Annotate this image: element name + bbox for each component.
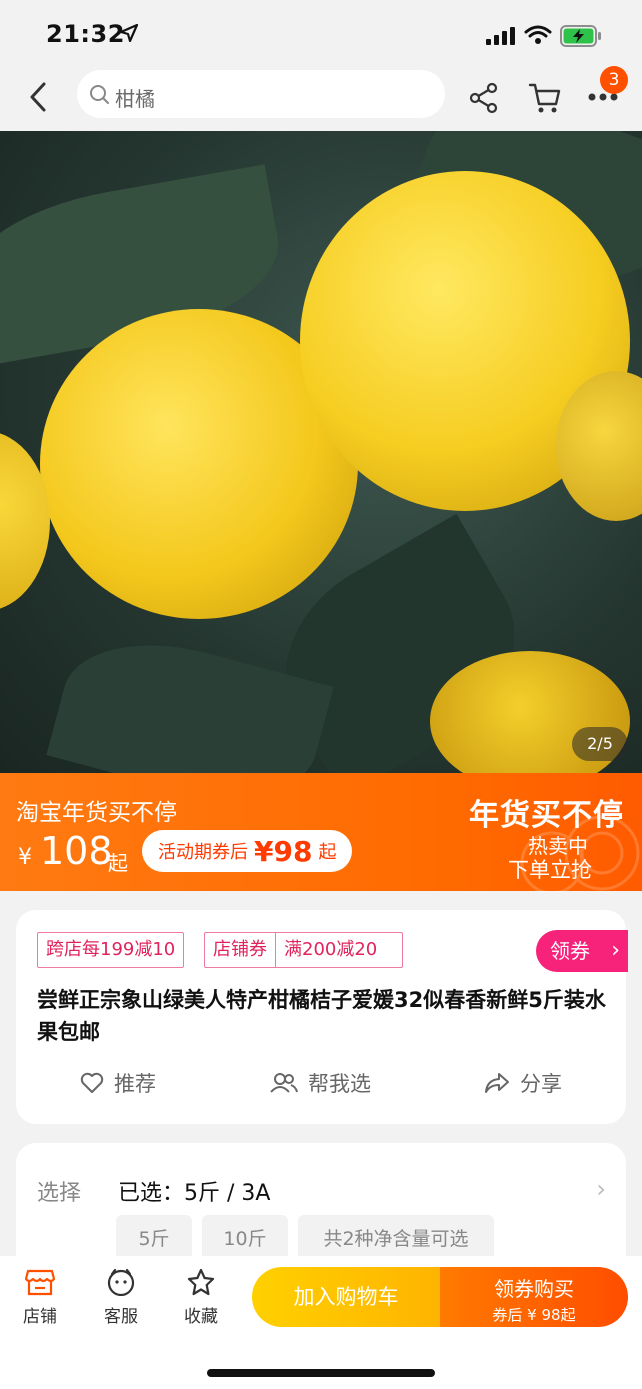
shop-coupon-label: 店铺券	[213, 939, 267, 960]
location-arrow-icon	[120, 24, 138, 42]
shop-label: 店铺	[23, 1307, 57, 1327]
add-to-cart-button[interactable]: 加入购物车	[252, 1267, 440, 1327]
share-label: 分享	[520, 1072, 562, 1096]
coupon-price-label: 活动期券后	[158, 842, 248, 863]
share-icon[interactable]	[468, 82, 500, 114]
favorite-button[interactable]: 收藏	[171, 1268, 231, 1327]
price-currency: ¥	[18, 845, 32, 870]
get-coupon-button[interactable]: 领券 ›	[536, 930, 628, 972]
help-me-choose-label: 帮我选	[308, 1072, 371, 1096]
promo-title: 淘宝年货买不停	[16, 800, 177, 826]
star-icon	[187, 1268, 215, 1296]
search-bar[interactable]: 柑橘	[77, 70, 445, 118]
promo-order-now: 下单立抢	[508, 858, 592, 882]
store-icon	[25, 1269, 55, 1296]
customer-service-label: 客服	[104, 1307, 138, 1327]
customer-service-button[interactable]: 客服	[91, 1268, 151, 1327]
shop-coupon-tag: 店铺券 满200减20	[204, 932, 403, 968]
home-indicator[interactable]	[207, 1369, 435, 1377]
cellular-signal-icon	[486, 27, 515, 45]
image-pager: 2/5	[572, 727, 628, 761]
status-time: 21:32	[46, 20, 125, 48]
search-icon	[90, 85, 109, 104]
get-coupon-label: 领券	[550, 939, 590, 963]
recommend-label: 推荐	[114, 1072, 156, 1096]
promo-slogan: 年货买不停	[469, 798, 624, 833]
buy-label: 领券购买	[494, 1277, 574, 1301]
chevron-right-icon: ›	[611, 938, 620, 963]
heart-icon	[80, 1072, 104, 1093]
wifi-icon	[524, 25, 552, 44]
shop-button[interactable]: 店铺	[10, 1268, 70, 1327]
chevron-right-icon: ›	[596, 1175, 606, 1203]
product-image[interactable]: 2/5	[0, 131, 642, 773]
back-arrow-icon[interactable]	[24, 80, 54, 114]
battery-charging-icon	[560, 25, 601, 47]
message-badge: 3	[600, 66, 628, 94]
coupon-price-pill: 活动期券后 ¥98 起	[142, 830, 353, 872]
product-title: 尝鲜正宗象山绿美人特产柑橘桔子爱媛32似春香新鲜5斤装水果包邮	[37, 988, 606, 1044]
buy-subtitle: 券后 ¥ 98起	[492, 1306, 576, 1324]
top-nav: 柑橘 3	[0, 66, 642, 130]
cross-store-discount-tag: 跨店每199减10	[37, 932, 185, 968]
coupon-price-value: ¥98	[254, 834, 313, 868]
recommend-button[interactable]: 推荐	[80, 1068, 156, 1098]
price-value: 108	[40, 829, 113, 873]
cart-icon[interactable]	[528, 82, 562, 114]
product-actions: 推荐 帮我选 分享	[16, 1068, 626, 1108]
promo-banner[interactable]: 淘宝年货买不停 ¥ 108 起 活动期券后 ¥98 起 年货买不停 热卖中 下单…	[0, 773, 642, 893]
people-icon	[270, 1073, 298, 1093]
buy-with-coupon-button[interactable]: 领券购买 券后 ¥ 98起	[440, 1267, 628, 1327]
product-info-card: 跨店每199减10 店铺券 满200减20 领券 › 尝鲜正宗象山绿美人特产柑橘…	[16, 910, 628, 1124]
share-button[interactable]: 分享	[484, 1068, 562, 1098]
service-face-icon	[107, 1268, 135, 1296]
help-me-choose-button[interactable]: 帮我选	[270, 1068, 371, 1098]
share-arrow-icon	[485, 1073, 509, 1093]
shop-coupon-amount: 满200减20	[284, 939, 378, 960]
coupon-price-suffix: 起	[318, 842, 337, 863]
price-suffix: 起	[108, 851, 128, 875]
select-label: 选择	[37, 1181, 82, 1206]
selected-spec: 已选：5斤 / 3A	[118, 1181, 271, 1206]
status-bar: 21:32	[0, 0, 642, 66]
search-query: 柑橘	[115, 87, 155, 111]
favorite-label: 收藏	[184, 1307, 218, 1327]
